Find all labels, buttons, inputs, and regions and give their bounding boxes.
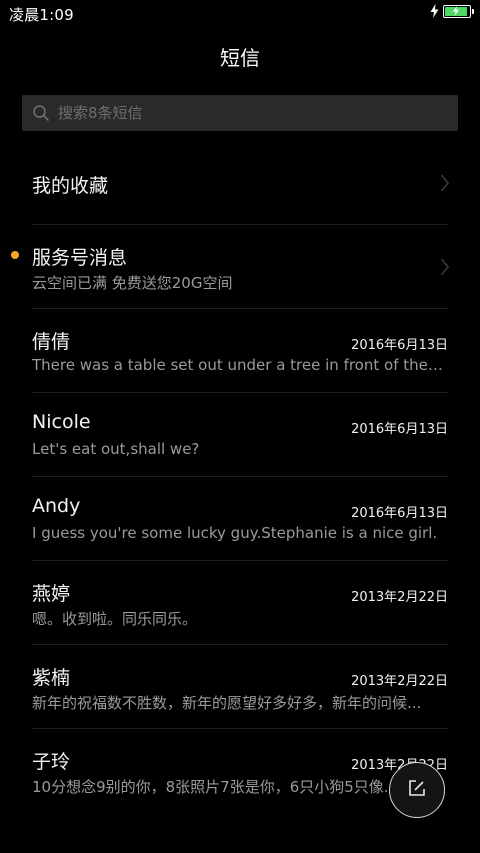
conversation-row[interactable]: Nicole 2016年6月13日 Let's eat out,shall we… — [0, 393, 480, 477]
conversation-row[interactable]: 倩倩 2016年6月13日 There was a table set out … — [0, 309, 480, 393]
battery-icon — [443, 4, 474, 18]
contact-name: 紫楠 — [32, 667, 71, 689]
chevron-right-icon — [440, 257, 450, 281]
service-messages-row[interactable]: 服务号消息 云空间已满 免费送您20G空间 — [0, 225, 480, 309]
page-title: 短信 — [220, 46, 260, 70]
compose-icon — [407, 778, 427, 802]
message-date: 2016年6月13日 — [351, 506, 448, 521]
contact-name: 倩倩 — [32, 331, 71, 353]
message-date: 2016年6月13日 — [351, 422, 448, 437]
conversation-row[interactable]: 紫楠 2013年2月22日 新年的祝福数不胜数，新年的愿望好多好多，新年的问候.… — [0, 645, 480, 729]
search-input[interactable] — [58, 104, 458, 122]
status-bar: 凌晨1:09 — [0, 0, 480, 28]
search-bar[interactable] — [22, 95, 458, 131]
contact-name: 子玲 — [32, 751, 71, 773]
message-preview: Let's eat out,shall we? — [32, 440, 200, 458]
message-preview: I guess you're some lucky guy.Stephanie … — [32, 524, 438, 542]
message-preview: 嗯。收到啦。同乐同乐。 — [32, 610, 198, 628]
status-icons — [430, 4, 474, 18]
message-date: 2013年2月22日 — [351, 590, 448, 605]
contact-name: Andy — [32, 495, 81, 517]
chevron-right-icon — [440, 173, 450, 197]
message-date: 2013年2月22日 — [351, 674, 448, 689]
favorites-label: 我的收藏 — [32, 175, 109, 197]
service-subtitle: 云空间已满 免费送您20G空间 — [32, 274, 233, 292]
service-title: 服务号消息 — [32, 247, 128, 269]
message-preview: 10分想念9别的你，8张照片7张是你，6只小狗5只像... — [32, 778, 399, 796]
status-time: 凌晨1:09 — [9, 6, 74, 24]
search-icon — [32, 104, 50, 122]
message-date: 2016年6月13日 — [351, 338, 448, 353]
conversation-row[interactable]: 燕婷 2013年2月22日 嗯。收到啦。同乐同乐。 — [0, 561, 480, 645]
unread-dot — [11, 251, 19, 259]
charging-bolt-icon — [430, 4, 439, 18]
favorites-row[interactable]: 我的收藏 — [0, 141, 480, 225]
conversation-row[interactable]: Andy 2016年6月13日 I guess you're some luck… — [0, 477, 480, 561]
contact-name: Nicole — [32, 411, 91, 433]
message-preview: There was a table set out under a tree i… — [32, 356, 446, 374]
message-preview: 新年的祝福数不胜数，新年的愿望好多好多，新年的问候... — [32, 694, 422, 712]
contact-name: 燕婷 — [32, 583, 71, 605]
compose-button[interactable] — [389, 762, 445, 818]
